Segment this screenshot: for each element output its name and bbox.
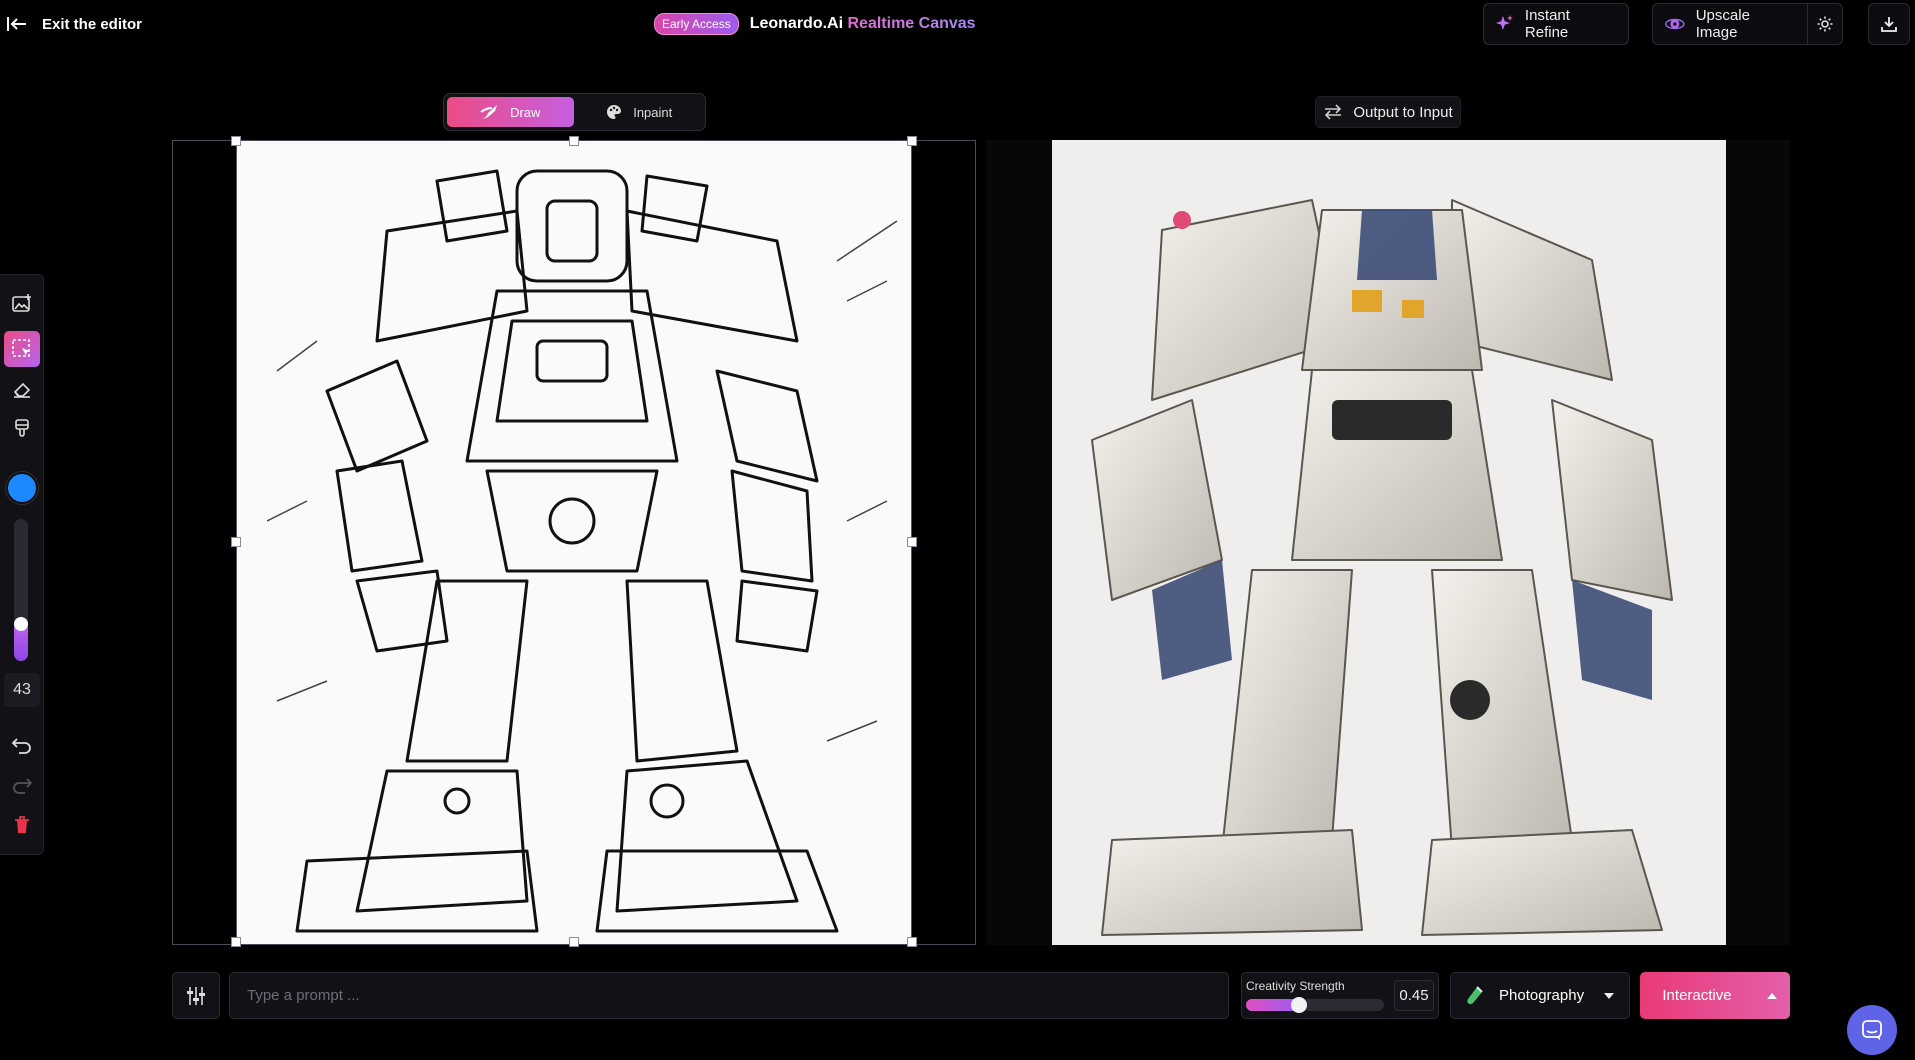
creativity-strength-label: Creativity Strength [1246,979,1345,993]
undo-icon [11,738,31,754]
resize-handle-bottom-left[interactable] [231,937,241,947]
sliders-icon [187,986,205,1005]
exit-editor-label: Exit the editor [42,15,143,33]
draw-mode-tab[interactable]: Draw [447,97,574,127]
upscale-settings-button[interactable] [1807,4,1842,44]
generate-options-toggle[interactable] [1754,992,1790,1000]
resize-handle-bottom-right[interactable] [907,937,917,947]
resize-handle-middle-right[interactable] [907,537,917,547]
flask-icon [1467,985,1483,1004]
app-title-brand: Leonardo.Ai [749,15,844,32]
swap-icon [1325,104,1342,120]
app-title: Leonardo.Ai Realtime Canvas [750,15,976,33]
instant-refine-button[interactable]: Instant Refine [1483,3,1629,45]
help-chat-button[interactable] [1847,1005,1897,1055]
left-toolbar: 43 [0,274,44,855]
upscale-icon [1665,18,1685,30]
app-brand: Early Access Leonardo.Ai Realtime Canvas [654,12,976,36]
redo-icon [13,778,33,794]
early-access-badge: Early Access [654,13,739,35]
instant-refine-label: Instant Refine [1524,7,1570,41]
creativity-strength-value[interactable]: 0.45 [1394,980,1434,1011]
caret-down-icon [1604,992,1614,999]
exit-editor-button[interactable]: Exit the editor [6,12,142,36]
select-cursor-icon [12,339,30,357]
mode-toggle: Draw Inpaint [443,93,706,131]
paint-brush-icon [15,419,29,437]
generated-image [1052,140,1726,945]
output-canvas [986,140,1790,945]
draw-mode-label: Draw [510,104,541,120]
output-to-input-label: Output to Input [1353,103,1453,121]
interactive-generate-label: Interactive [1662,987,1732,1004]
paint-brush-tool[interactable] [4,411,40,447]
undo-button[interactable] [4,727,40,763]
palette-icon [607,105,622,119]
upscale-image-label: Upscale Image [1695,7,1750,41]
redo-button[interactable] [4,767,40,803]
upscale-group: Upscale Image [1652,3,1843,45]
app-title-accent: Realtime Canvas [847,15,976,32]
eraser-tool[interactable] [4,371,40,407]
style-dropdown-value: Photography [1499,987,1585,1004]
brush-color-swatch[interactable] [6,472,38,504]
brush-size-slider[interactable] [14,519,28,661]
brush-size-value[interactable]: 43 [4,673,40,707]
eraser-icon [13,382,31,398]
inpaint-mode-tab[interactable]: Inpaint [576,97,703,127]
style-dropdown[interactable]: Photography [1450,972,1630,1019]
interactive-generate-button[interactable]: Interactive [1640,972,1790,1019]
creativity-strength-control: Creativity Strength 0.45 [1241,972,1439,1019]
prompt-box [229,972,1229,1019]
upscale-image-button[interactable]: Upscale Image [1653,4,1797,44]
inpaint-mode-label: Inpaint [633,104,673,120]
add-image-tool[interactable] [4,285,40,321]
chat-icon [1862,1020,1882,1040]
brush-size-slider-knob[interactable] [14,617,28,631]
caret-up-icon [1767,992,1777,999]
sketch-image [236,141,912,944]
robot-render-illustration [1091,199,1673,936]
delete-button[interactable] [4,807,40,843]
resize-handle-top-left[interactable] [231,136,241,146]
robot-sketch-illustration [266,169,898,933]
gear-icon [1817,16,1833,32]
sparkle-icon [1495,15,1513,30]
output-to-input-button[interactable]: Output to Input [1315,96,1461,128]
draw-brush-icon [480,105,498,119]
trash-icon [15,816,29,833]
exit-icon [7,17,26,31]
download-button[interactable] [1868,3,1910,45]
image-add-icon [12,294,31,312]
resize-handle-middle-left[interactable] [231,537,241,547]
select-tool[interactable] [4,331,40,367]
resize-handle-bottom-center[interactable] [569,937,579,947]
creativity-strength-slider[interactable] [1246,997,1384,1013]
prompt-input[interactable] [230,973,1228,1018]
creativity-strength-knob[interactable] [1291,997,1307,1013]
resize-handle-top-right[interactable] [907,136,917,146]
generation-settings-button[interactable] [172,972,220,1019]
drawing-canvas[interactable] [172,136,976,947]
resize-handle-top-center[interactable] [569,136,579,146]
download-icon [1881,17,1897,32]
